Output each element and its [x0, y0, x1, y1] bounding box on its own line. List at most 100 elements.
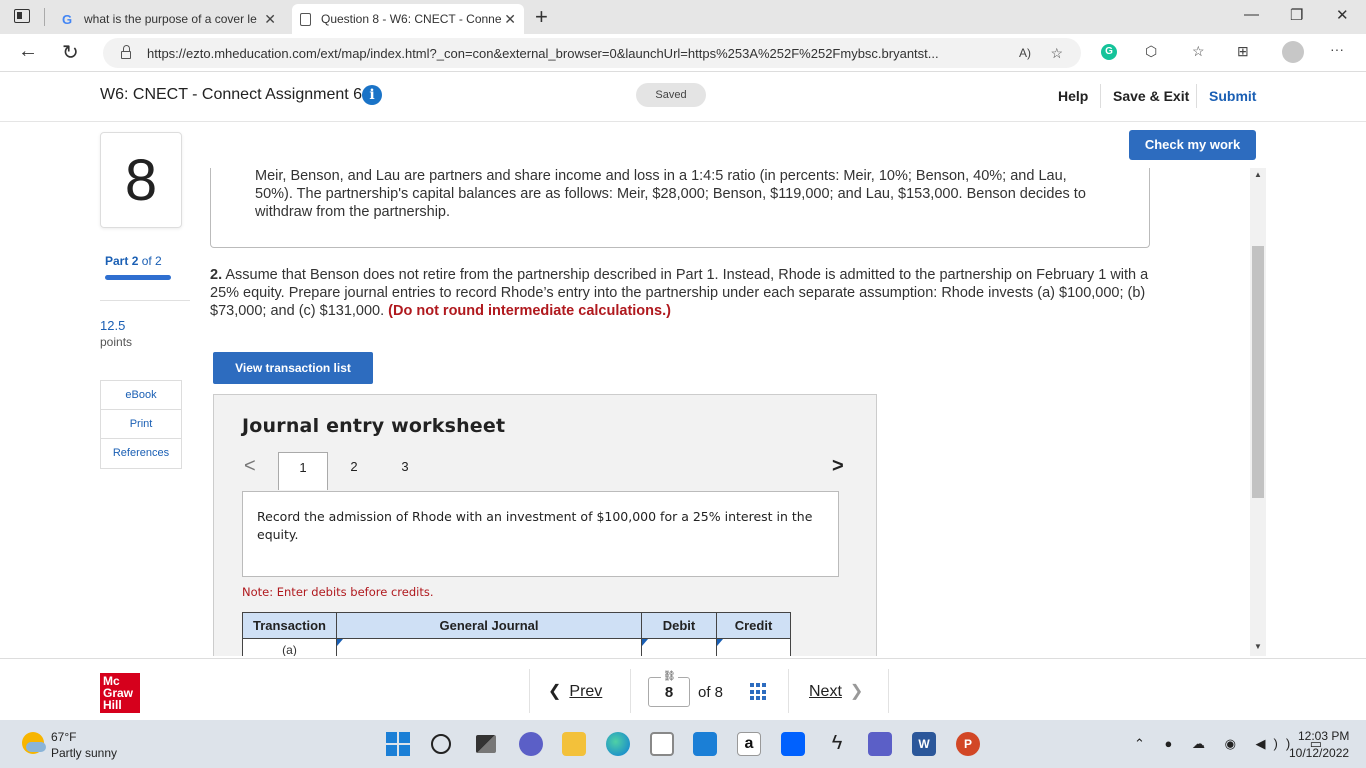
header-divider — [1196, 84, 1197, 108]
print-link[interactable]: Print — [101, 410, 181, 439]
next-entry-arrow-icon[interactable]: > — [832, 455, 844, 478]
check-my-work-button[interactable]: Check my work — [1129, 130, 1256, 160]
scrollbar-thumb[interactable] — [1252, 246, 1264, 498]
clock-date[interactable]: 10/12/2022 — [1289, 746, 1349, 760]
help-button[interactable]: Help — [1058, 88, 1088, 104]
question-grid-icon[interactable] — [750, 683, 768, 701]
transaction-cell: (a) — [242, 638, 337, 656]
account-select[interactable] — [336, 638, 642, 656]
clock-time[interactable]: 12:03 PM — [1298, 729, 1349, 743]
resources-panel: eBook Print References — [100, 380, 182, 469]
url-text[interactable]: https://ezto.mheducation.com/ext/map/ind… — [147, 46, 1002, 61]
prev-label: Prev — [569, 683, 603, 700]
weather-temperature[interactable]: 67°F — [51, 730, 76, 744]
search-icon[interactable] — [431, 734, 451, 754]
collections-icon[interactable]: ⊞ — [1237, 43, 1249, 60]
column-header-transaction: Transaction — [242, 612, 337, 639]
mcgraw-hill-logo: Mc Graw Hill — [100, 673, 140, 713]
saved-status-badge: Saved — [636, 83, 706, 107]
part-progress-bar — [105, 275, 171, 280]
column-header-debit: Debit — [641, 612, 717, 639]
previous-entry-arrow-icon[interactable]: < — [244, 455, 256, 478]
powerpoint-icon[interactable]: P — [956, 732, 980, 756]
weather-description[interactable]: Partly sunny — [51, 746, 117, 760]
tab-label: Question 8 - W6: CNECT - Conne — [321, 12, 501, 26]
debit-input[interactable] — [641, 638, 717, 656]
problem-context-text: Meir, Benson, and Lau are partners and s… — [255, 168, 1086, 220]
address-bar-row: ← ↻ https://ezto.mheducation.com/ext/map… — [0, 34, 1366, 72]
lightning-app-icon[interactable]: ϟ — [825, 732, 849, 756]
journal-table: Transaction General Journal Debit Credit… — [242, 612, 791, 656]
prev-question-button[interactable]: ❮ Prev — [548, 681, 602, 701]
microsoft-store-icon[interactable] — [650, 732, 674, 756]
mail-icon[interactable] — [693, 732, 717, 756]
grammarly-extension-icon[interactable]: G — [1101, 44, 1117, 60]
back-arrow-icon[interactable]: ← — [18, 40, 38, 63]
submit-button[interactable]: Submit — [1209, 88, 1256, 104]
close-tab-icon[interactable]: ✕ — [504, 11, 516, 28]
profile-avatar[interactable] — [1282, 41, 1304, 63]
browser-tab-question[interactable]: Question 8 - W6: CNECT - Conne ✕ — [292, 4, 524, 34]
footer-divider — [529, 669, 530, 713]
read-aloud-icon[interactable]: A) — [1019, 46, 1031, 60]
more-options-icon[interactable]: ··· — [1330, 41, 1344, 57]
link-chain-icon: ⛓ — [661, 671, 678, 682]
windows-taskbar: 67°F Partly sunny a ϟ W P ⌃ ● ☁ ◉ ◀)) ▭ … — [0, 720, 1366, 768]
close-window-button[interactable]: ✕ — [1336, 6, 1349, 24]
scroll-up-arrow-icon[interactable]: ▲ — [1254, 170, 1262, 179]
windows-start-icon[interactable] — [386, 732, 410, 756]
new-tab-button[interactable]: + — [535, 4, 548, 30]
content-scrollbar[interactable]: ▲ ▼ — [1250, 168, 1266, 656]
worksheet-tab-2[interactable]: 2 — [329, 452, 379, 490]
sidebar-divider — [100, 300, 190, 301]
scroll-down-arrow-icon[interactable]: ▼ — [1254, 642, 1262, 651]
worksheet-tab-3[interactable]: 3 — [380, 452, 430, 490]
extensions-puzzle-icon[interactable]: ⬡ — [1145, 43, 1157, 60]
lock-icon[interactable] — [121, 45, 131, 59]
points-value: 12.5 — [100, 318, 126, 333]
rounding-warning: (Do not round intermediate calculations.… — [388, 303, 671, 319]
ebook-link[interactable]: eBook — [101, 381, 181, 410]
add-favorite-icon[interactable]: ☆ — [1050, 45, 1063, 62]
question-prompt: 2. Assume that Benson does not retire fr… — [210, 266, 1160, 320]
part-indicator: Part 2 of 2 — [105, 254, 162, 268]
teams-icon[interactable] — [868, 732, 892, 756]
refresh-icon[interactable]: ↻ — [62, 40, 79, 65]
google-favicon-icon: G — [61, 11, 73, 27]
save-exit-button[interactable]: Save & Exit — [1113, 88, 1189, 104]
document-favicon-icon — [300, 12, 311, 26]
task-view-icon[interactable] — [476, 735, 496, 753]
column-header-general-journal: General Journal — [336, 612, 642, 639]
question-body: Assume that Benson does not retire from … — [210, 267, 1149, 319]
references-link[interactable]: References — [101, 439, 181, 468]
amazon-icon[interactable]: a — [737, 732, 761, 756]
browser-tab-cover-letter[interactable]: G what is the purpose of a cover le ✕ — [52, 4, 284, 34]
assignment-title: W6: CNECT - Connect Assignment 6 — [100, 86, 363, 103]
file-explorer-icon[interactable] — [562, 732, 586, 756]
dropbox-icon[interactable] — [781, 732, 805, 756]
next-question-button[interactable]: Next ❯ — [809, 681, 863, 701]
tab-separator — [44, 8, 45, 26]
word-icon[interactable]: W — [912, 732, 936, 756]
chat-camera-icon[interactable] — [519, 732, 543, 756]
view-transaction-list-button[interactable]: View transaction list — [213, 352, 373, 384]
edge-browser-icon[interactable] — [606, 732, 630, 756]
weather-partly-sunny-icon[interactable] — [22, 732, 46, 754]
tab-label: what is the purpose of a cover le — [84, 12, 257, 26]
tab-actions-icon[interactable] — [14, 9, 30, 23]
part-prefix: Part — [105, 254, 129, 268]
footer-divider — [888, 669, 889, 713]
question-number-label: 2. — [210, 267, 223, 283]
info-icon[interactable]: i — [362, 85, 382, 105]
minimize-button[interactable]: — — [1244, 6, 1259, 23]
favorites-list-icon[interactable]: ☆ — [1192, 43, 1205, 60]
browser-tab-bar: G what is the purpose of a cover le ✕ Qu… — [0, 0, 1366, 34]
points-label: points — [100, 335, 133, 349]
problem-context-box: Meir, Benson, and Lau are partners and s… — [210, 168, 1150, 248]
maximize-button[interactable]: ❐ — [1290, 6, 1303, 24]
url-field[interactable]: https://ezto.mheducation.com/ext/map/ind… — [103, 38, 1081, 68]
worksheet-tab-1[interactable]: 1 — [278, 452, 328, 490]
close-tab-icon[interactable]: ✕ — [264, 11, 276, 28]
credit-input[interactable] — [716, 638, 791, 656]
assignment-header: W6: CNECT - Connect Assignment 6 i Saved… — [0, 72, 1366, 122]
